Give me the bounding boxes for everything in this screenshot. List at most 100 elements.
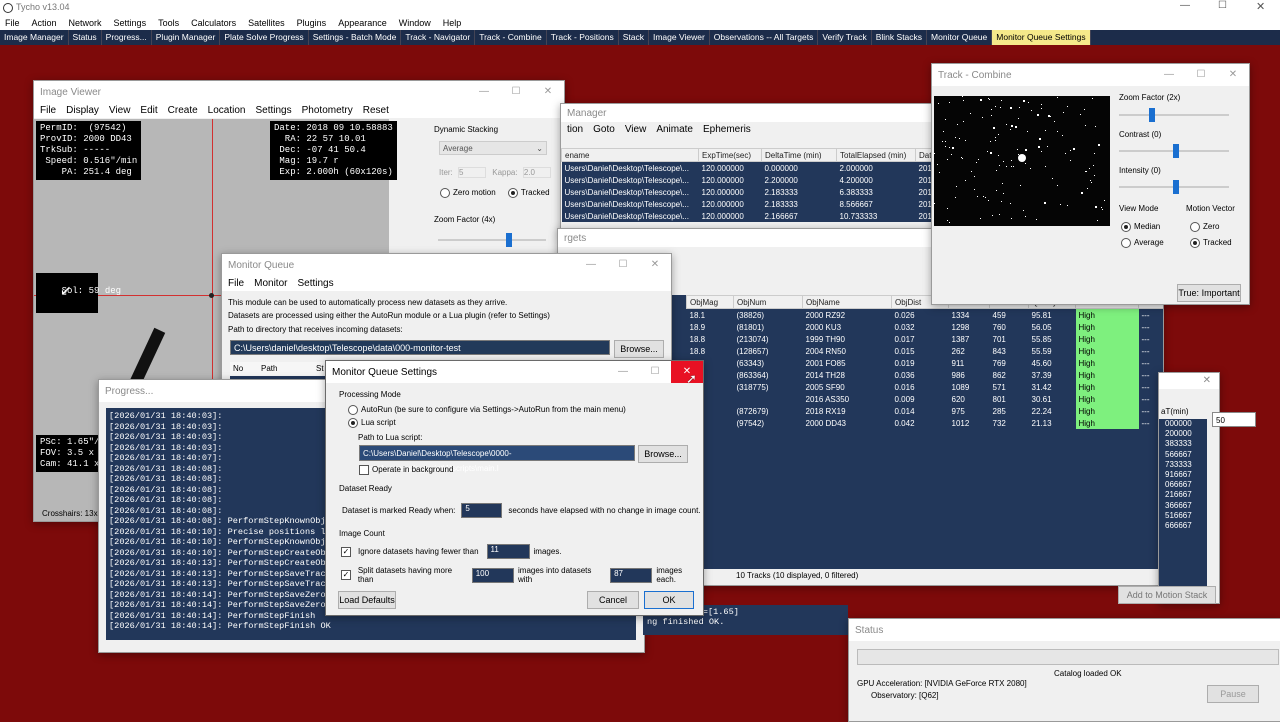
menu-plugins[interactable]: Plugins — [297, 16, 327, 30]
tab-1[interactable]: Status — [69, 30, 102, 45]
average-option[interactable]: Average — [1121, 238, 1164, 248]
list-item[interactable]: 383333 — [1159, 439, 1207, 449]
menu-help[interactable]: Help — [443, 16, 462, 30]
column-header[interactable]: ObjName — [802, 295, 892, 309]
background-option[interactable]: Operate in background — [359, 465, 453, 475]
column-header[interactable]: DeltaTime (min) — [761, 148, 837, 162]
column-header[interactable]: ename — [561, 148, 699, 162]
list-item[interactable]: 566667 — [1159, 450, 1207, 460]
zoom-slider-knob[interactable] — [506, 233, 512, 247]
menu-item[interactable]: Edit — [140, 105, 157, 116]
minimize-icon[interactable]: — — [607, 361, 639, 383]
menu-satellites[interactable]: Satellites — [248, 16, 285, 30]
split-checkbox[interactable]: ✓ — [341, 570, 351, 580]
table-row[interactable]: (63343) 2001 FO85 0.019 911 769 45.60 High --- — [686, 357, 1163, 369]
menu-item[interactable]: Settings — [297, 278, 333, 289]
tracked-option[interactable]: Tracked — [1190, 238, 1232, 248]
tab-14[interactable]: Monitor Queue — [927, 30, 993, 45]
menu-item[interactable]: Reset — [363, 105, 389, 116]
tab-9[interactable]: Stack — [619, 30, 649, 45]
median-option[interactable]: Median — [1121, 222, 1160, 232]
list-item[interactable]: 000000 — [1159, 419, 1207, 429]
menu-item[interactable]: Ephemeris — [703, 124, 751, 135]
tab-4[interactable]: Plate Solve Progress — [220, 30, 309, 45]
menu-item[interactable]: Animate — [656, 124, 693, 135]
table-row[interactable]: 18.8 (128657) 2004 RN50 0.015 262 843 55.59 Hig… — [686, 345, 1163, 357]
list-item[interactable]: 733333 — [1159, 460, 1207, 470]
table-row[interactable]: (872679) 2018 RX19 0.014 975 285 22.24 High --- — [686, 405, 1163, 417]
close-icon[interactable]: ✕ — [1203, 375, 1211, 386]
maximize-icon[interactable]: ☐ — [639, 361, 671, 383]
zero-radio[interactable] — [1190, 222, 1200, 232]
split-each-input[interactable]: 87 — [610, 567, 653, 583]
table-row[interactable]: 18.1 (38826) 2000 RZ92 0.026 1334 459 95.81 Hig… — [686, 308, 1163, 321]
column-header[interactable]: ObjMag — [686, 295, 734, 309]
column-header[interactable]: ExpTime(sec) — [698, 148, 762, 162]
menu-appearance[interactable]: Appearance — [338, 16, 387, 30]
tc-contrast-knob[interactable] — [1173, 144, 1179, 158]
mq-browse-button[interactable]: Browse... — [614, 340, 664, 358]
list-item[interactable]: 066667 — [1159, 480, 1207, 490]
table-row[interactable]: 18.8 (213074) 1999 TH90 0.017 1387 701 55.85 Hi… — [686, 333, 1163, 345]
menu-item[interactable]: File — [228, 278, 244, 289]
minimize-icon[interactable]: — — [468, 81, 500, 103]
close-icon[interactable]: ✕ — [639, 254, 671, 276]
ready-seconds-input[interactable]: 5 — [461, 503, 503, 518]
maximize-icon[interactable]: ☐ — [607, 254, 639, 276]
tab-0[interactable]: Image Manager — [0, 30, 69, 45]
median-radio[interactable] — [1121, 222, 1131, 232]
tab-6[interactable]: Track - Navigator — [401, 30, 476, 45]
list-item[interactable]: 916667 — [1159, 470, 1207, 480]
small-field[interactable]: 50 — [1212, 412, 1256, 427]
background-checkbox[interactable] — [359, 465, 369, 475]
tc-zoom-track[interactable] — [1119, 114, 1229, 116]
tab-5[interactable]: Settings - Batch Mode — [309, 30, 402, 45]
table-row[interactable]: 2016 AS350 0.009 620 801 30.61 High --- — [686, 393, 1163, 405]
autorun-option[interactable]: AutoRun (be sure to configure via Settin… — [348, 405, 626, 415]
maximize-icon[interactable]: ☐ — [1185, 64, 1217, 86]
menu-network[interactable]: Network — [69, 16, 102, 30]
tc-zoom-knob[interactable] — [1149, 108, 1155, 122]
minimize-icon[interactable]: — — [1180, 0, 1190, 11]
tab-2[interactable]: Progress... — [102, 30, 152, 45]
list-item[interactable]: 666667 — [1159, 521, 1207, 531]
lua-radio[interactable] — [348, 418, 358, 428]
tracked-radio[interactable] — [507, 188, 518, 198]
autorun-radio[interactable] — [348, 405, 358, 415]
tab-11[interactable]: Observations -- All Targets — [710, 30, 819, 45]
table-row[interactable]: (318775) 2005 SF90 0.016 1089 571 31.42 High --… — [686, 381, 1163, 393]
menu-settings[interactable]: Settings — [114, 16, 147, 30]
menu-item[interactable]: Display — [66, 105, 99, 116]
lua-path-input[interactable]: C:\Users\Daniel\Desktop\Telescope\0000-l… — [359, 445, 635, 473]
zero-option[interactable]: Zero — [1190, 222, 1219, 232]
list-item[interactable]: 200000 — [1159, 429, 1207, 439]
menu-tools[interactable]: Tools — [158, 16, 179, 30]
menu-item[interactable]: tion — [567, 124, 583, 135]
close-icon[interactable]: ✕ — [1256, 0, 1265, 13]
menu-item[interactable]: View — [625, 124, 647, 135]
list-item[interactable]: 216667 — [1159, 490, 1207, 500]
menu-calculators[interactable]: Calculators — [191, 16, 236, 30]
menu-action[interactable]: Action — [32, 16, 57, 30]
list-item[interactable]: 516667 — [1159, 511, 1207, 521]
column-header[interactable]: TotalElapsed (min) — [836, 148, 916, 162]
table-row[interactable]: (863364) 2014 TH28 0.036 986 862 37.39 High --- — [686, 369, 1163, 381]
lua-option[interactable]: Lua script — [348, 418, 396, 428]
tab-7[interactable]: Track - Combine — [475, 30, 547, 45]
ignore-checkbox[interactable]: ✓ — [341, 546, 351, 557]
table-row[interactable]: Users\Daniel\Desktop\Telescope\... 120.00… — [561, 198, 941, 210]
ignore-count-input[interactable]: 11 — [486, 544, 530, 559]
table-row[interactable]: Users\Daniel\Desktop\Telescope\... 120.00… — [561, 161, 941, 174]
menu-item[interactable]: View — [109, 105, 131, 116]
zero-motion-radio[interactable] — [440, 188, 450, 198]
minimize-icon[interactable]: — — [1153, 64, 1185, 86]
lua-browse-button[interactable]: Browse... — [638, 445, 688, 463]
maximize-icon[interactable]: ☐ — [1218, 0, 1227, 11]
close-icon[interactable]: ✕ — [1217, 64, 1249, 86]
tab-10[interactable]: Image Viewer — [649, 30, 710, 45]
mq-path-input[interactable]: C:\Users\daniel\desktop\Telescope\data\0… — [230, 340, 610, 355]
iter-input[interactable]: 5 — [458, 167, 487, 178]
true-important-button[interactable]: True: Important — [1177, 284, 1241, 302]
pause-button[interactable]: Pause — [1207, 685, 1259, 703]
maximize-icon[interactable]: ☐ — [500, 81, 532, 103]
